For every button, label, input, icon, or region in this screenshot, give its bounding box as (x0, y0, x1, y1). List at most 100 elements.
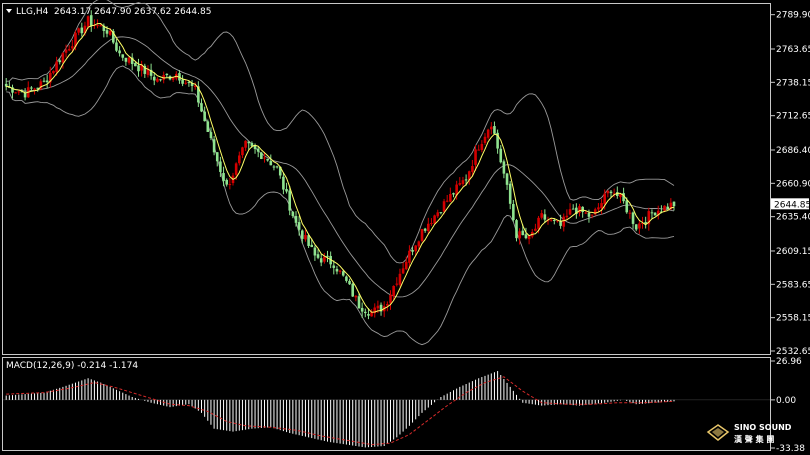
candle-body (587, 212, 591, 217)
candle-body (323, 256, 326, 262)
price-tick-label: 2686.40 (776, 146, 810, 156)
candle-body (534, 228, 537, 231)
candle-body (187, 82, 191, 84)
candlestick (420, 228, 424, 243)
candle-body (458, 183, 462, 185)
candle-body (263, 157, 266, 159)
candle-body (474, 149, 477, 165)
candle-body (568, 209, 572, 215)
candle-body (105, 30, 109, 34)
candle-body (260, 152, 263, 159)
candle-body (590, 214, 594, 216)
candle-body (483, 136, 487, 143)
candlestick (260, 151, 263, 160)
candle-body (77, 28, 80, 33)
candle-body (121, 54, 125, 58)
candle-body (360, 307, 364, 312)
candle-body (71, 46, 74, 49)
candle-body (269, 161, 273, 166)
candle-body (332, 265, 336, 268)
candle-body (490, 126, 493, 130)
candle-body (389, 294, 392, 304)
candle-body (581, 206, 584, 213)
candle-body (445, 200, 449, 202)
candle-body (156, 78, 159, 82)
trading-chart[interactable]: 2789.90 2763.65 2738.15 2712.65 2686.40 2660.… (0, 0, 810, 455)
candle-body (335, 268, 339, 272)
candle-body (631, 212, 635, 224)
candle-body (30, 87, 33, 89)
candle-body (634, 224, 638, 230)
candle-body (386, 304, 389, 306)
candle-body (285, 189, 288, 192)
candle-body (45, 80, 49, 83)
candle-body (354, 295, 358, 298)
candle-body (351, 283, 354, 297)
candle-body (653, 212, 657, 216)
candle-body (256, 148, 260, 152)
candlestick (653, 212, 657, 216)
candle-body (33, 88, 36, 90)
candle-body (228, 183, 232, 185)
candle-body (181, 79, 184, 84)
symbol-label: LLG,H4 (16, 7, 49, 17)
candle-body (486, 129, 490, 138)
candle-body (638, 223, 641, 229)
candle-body (464, 179, 468, 181)
candle-body (238, 155, 241, 164)
candle-body (430, 223, 433, 225)
candle-body (543, 214, 547, 220)
candle-body (297, 222, 301, 230)
candle-body (134, 63, 137, 67)
candle-body (301, 230, 304, 239)
candle-body (55, 61, 58, 72)
candle-body (493, 126, 496, 134)
candle-body (603, 193, 606, 205)
price-tick-label: 2660.90 (776, 179, 810, 189)
candle-body (625, 200, 629, 213)
candle-body (234, 163, 238, 175)
chart-header: LLG,H4 2643.17 2647.90 2637.62 2644.85 (6, 7, 211, 17)
candle-body (80, 27, 84, 34)
candle-body (436, 212, 440, 217)
candle-body (584, 212, 588, 214)
candle-body (14, 92, 17, 94)
candle-body (404, 261, 408, 270)
candle-body (124, 57, 128, 62)
candle-body (58, 60, 62, 63)
candle-body (540, 213, 543, 218)
candle-body (515, 220, 518, 239)
candle-body (244, 140, 247, 148)
candle-body (565, 215, 569, 218)
candle-body (215, 152, 219, 162)
candle-body (376, 305, 380, 309)
candle-body (118, 50, 121, 54)
candle-body (266, 158, 269, 161)
candle-body (64, 49, 68, 53)
candle-body (310, 244, 314, 248)
candle-body (115, 42, 118, 51)
candle-body (593, 209, 597, 215)
candle-body (401, 268, 405, 274)
candlestick (351, 282, 354, 297)
candle-body (23, 92, 27, 98)
candle-body (203, 111, 206, 122)
candle-body (291, 211, 295, 217)
macd-tick-label: 0.00 (776, 396, 796, 406)
candle-body (442, 201, 446, 212)
candle-body (505, 173, 509, 185)
candle-body (427, 223, 430, 232)
candle-body (597, 207, 600, 210)
candle-body (524, 234, 528, 239)
candle-body (628, 212, 632, 214)
candle-body (313, 247, 317, 256)
candle-body (471, 166, 474, 172)
candle-body (395, 283, 399, 285)
candle-body (417, 241, 421, 247)
candle-body (508, 183, 512, 204)
candle-body (341, 271, 345, 276)
candle-body (663, 205, 666, 211)
price-tick-label: 2738.15 (776, 78, 810, 88)
price-tick-label: 2712.65 (776, 112, 810, 122)
candle-body (398, 273, 402, 285)
